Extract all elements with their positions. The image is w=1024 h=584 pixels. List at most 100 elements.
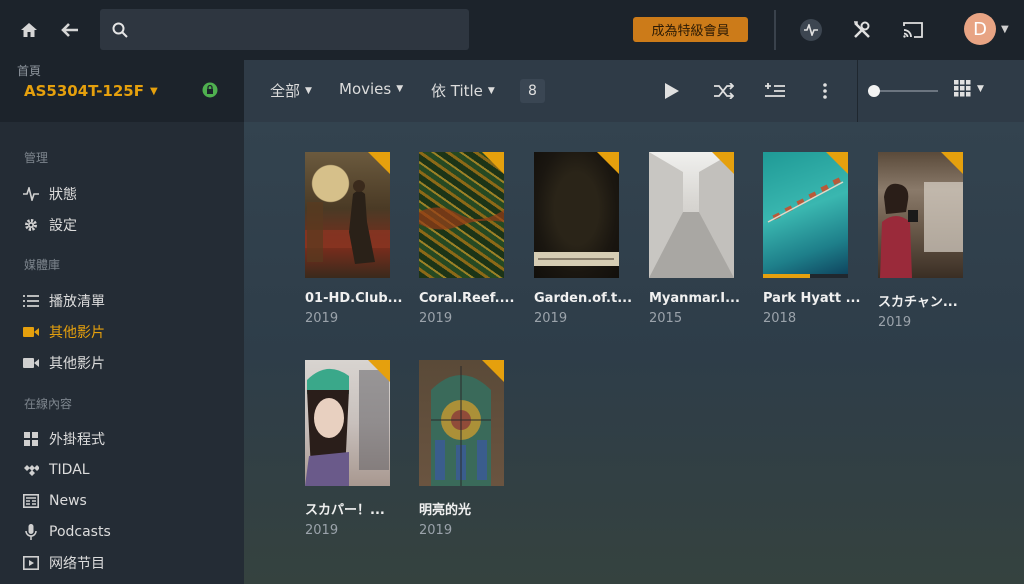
poster-image[interactable] — [649, 152, 734, 278]
play-icon — [665, 83, 679, 99]
sidebar-item-other-videos-active[interactable]: 其他影片 — [22, 321, 232, 343]
media-year: 2015 — [649, 311, 683, 326]
unwatched-indicator — [597, 152, 619, 174]
section-online: 在線內容 — [24, 397, 73, 411]
media-card[interactable]: Park Hyatt ... 2018 — [763, 152, 860, 326]
video-camera-icon — [22, 354, 40, 372]
media-card[interactable]: Coral.Reef.... 2019 — [419, 152, 514, 326]
sidebar-item-web-shows[interactable]: 网络节目 — [22, 552, 232, 574]
sidebar-item-label: 网络节目 — [49, 556, 105, 572]
sidebar-item-tidal[interactable]: TIDAL — [22, 459, 232, 481]
unwatched-indicator — [368, 152, 390, 174]
unwatched-indicator — [482, 360, 504, 382]
media-card[interactable]: スカチャン... 2019 — [878, 152, 964, 330]
library-grid: 01-HD.Club... 2019 Coral.Reef.... 2019 G… — [244, 122, 1024, 584]
poster-image[interactable] — [534, 152, 619, 278]
sidebar-item-label: 播放清單 — [49, 294, 105, 310]
sidebar-item-status[interactable]: 狀態 — [22, 183, 232, 205]
media-card[interactable]: 01-HD.Club... 2019 — [305, 152, 402, 326]
media-title[interactable]: スカチャン... — [878, 291, 978, 310]
news-icon — [22, 492, 40, 510]
sidebar-item-other-videos[interactable]: 其他影片 — [22, 352, 232, 374]
media-title[interactable]: Myanmar.I... — [649, 291, 749, 306]
media-year: 2019 — [534, 311, 568, 326]
unwatched-indicator — [941, 152, 963, 174]
activity-icon — [22, 185, 40, 203]
activity-icon — [800, 19, 822, 41]
grid-icon — [22, 430, 40, 448]
poster-image[interactable] — [763, 152, 848, 278]
media-title[interactable]: Park Hyatt ... — [763, 291, 863, 306]
shuffle-icon — [714, 83, 734, 99]
more-options-button[interactable] — [805, 71, 845, 111]
media-card[interactable]: Myanmar.I... 2015 — [649, 152, 740, 326]
poster-image[interactable] — [305, 360, 390, 486]
poster-image[interactable] — [419, 360, 504, 486]
shuffle-button[interactable] — [704, 71, 744, 111]
lock-icon — [202, 82, 218, 102]
play-box-icon — [22, 554, 40, 572]
poster-image[interactable] — [305, 152, 390, 278]
chevron-down-icon: ▼ — [396, 84, 404, 94]
search-input[interactable] — [140, 9, 469, 50]
home-button[interactable] — [9, 10, 49, 50]
server-selector[interactable]: AS5304T-125F ▼ — [24, 82, 158, 100]
home-label[interactable]: 首頁 — [17, 62, 41, 79]
avatar[interactable]: D — [964, 13, 996, 45]
sidebar-item-plugins[interactable]: 外掛程式 — [22, 428, 232, 450]
media-title[interactable]: Coral.Reef.... — [419, 291, 519, 306]
grid-view-icon — [954, 80, 971, 97]
unwatched-indicator — [368, 360, 390, 382]
microphone-icon — [22, 523, 40, 541]
media-title[interactable]: スカパー！... — [305, 499, 405, 518]
media-card[interactable]: スカパー！... 2019 — [305, 360, 391, 538]
server-name: AS5304T-125F — [24, 82, 144, 100]
media-title[interactable]: 明亮的光 — [419, 499, 519, 518]
sidebar-item-label: TIDAL — [49, 462, 90, 478]
section-library: 媒體庫 — [24, 258, 61, 272]
type-dropdown[interactable]: Movies ▼ — [339, 80, 403, 98]
media-title[interactable]: 01-HD.Club... — [305, 291, 405, 306]
tidal-icon — [22, 461, 40, 479]
sidebar-item-playlists[interactable]: 播放清單 — [22, 290, 232, 312]
more-vertical-icon — [823, 83, 827, 99]
back-button[interactable] — [50, 10, 90, 50]
item-count-badge: 8 — [520, 79, 545, 103]
filter-all-dropdown[interactable]: 全部 ▼ — [270, 80, 312, 101]
media-card[interactable]: Garden.of.t... 2019 — [534, 152, 632, 326]
settings-button[interactable] — [842, 10, 882, 50]
sort-dropdown[interactable]: 依 Title ▼ — [431, 80, 495, 101]
sidebar-item-settings[interactable]: 設定 — [22, 214, 232, 236]
poster-size-slider[interactable] — [868, 85, 938, 97]
library-toolbar: 全部 ▼ Movies ▼ 依 Title ▼ 8 ▼ — [244, 60, 1024, 122]
sidebar-item-podcasts[interactable]: Podcasts — [22, 521, 232, 543]
poster-image[interactable] — [878, 152, 963, 278]
media-year: 2019 — [305, 523, 339, 538]
search-box[interactable] — [100, 9, 469, 50]
chevron-down-icon: ▼ — [1001, 23, 1009, 35]
activity-button[interactable] — [791, 10, 831, 50]
chevron-down-icon: ▼ — [149, 85, 158, 97]
add-to-queue-button[interactable] — [755, 71, 795, 111]
sidebar-item-news[interactable]: News — [22, 490, 232, 512]
search-icon — [100, 10, 140, 50]
sidebar-item-label: 其他影片 — [49, 325, 105, 341]
home-icon — [21, 23, 37, 37]
user-menu[interactable]: D ▼ — [964, 13, 1009, 45]
divider — [857, 60, 858, 122]
view-mode-dropdown[interactable]: ▼ — [954, 80, 984, 97]
slider-thumb[interactable] — [868, 85, 880, 97]
sidebar-item-label: 設定 — [49, 218, 77, 234]
media-year: 2019 — [878, 315, 912, 330]
go-premium-button[interactable]: 成為特級會員 — [633, 17, 748, 42]
sidebar-item-label: Podcasts — [49, 524, 111, 540]
poster-image[interactable] — [419, 152, 504, 278]
media-year: 2019 — [419, 311, 453, 326]
media-title[interactable]: Garden.of.t... — [534, 291, 634, 306]
play-all-button[interactable] — [652, 71, 692, 111]
cast-button[interactable] — [893, 10, 933, 50]
unwatched-indicator — [826, 152, 848, 174]
tools-icon — [854, 21, 870, 38]
media-card[interactable]: 明亮的光 2019 — [419, 360, 505, 538]
video-camera-icon — [22, 323, 40, 341]
